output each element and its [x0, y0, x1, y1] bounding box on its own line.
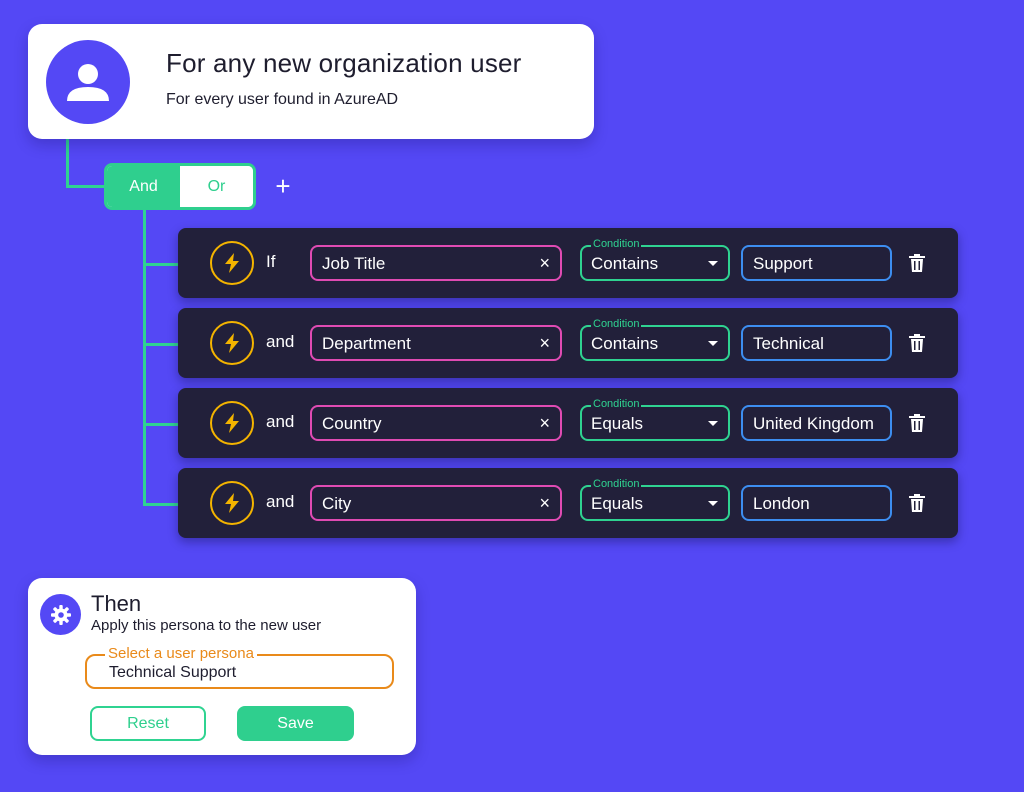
condition-row: and City × Condition Equals London [178, 468, 958, 538]
field-select[interactable]: Job Title × [310, 245, 562, 281]
save-button[interactable]: Save [237, 706, 354, 741]
clear-icon[interactable]: × [539, 333, 550, 354]
add-condition-button[interactable]: + [272, 172, 294, 200]
action-title: Then [91, 591, 142, 616]
operator-select[interactable]: Condition Equals [580, 478, 730, 521]
and-or-toggle[interactable]: And Or [104, 163, 256, 210]
operator-value: Equals [591, 494, 643, 513]
operator-value: Equals [591, 414, 643, 433]
operator-value: Contains [591, 254, 659, 273]
chevron-down-icon [708, 421, 718, 426]
persona-value: Technical Support [109, 664, 237, 681]
trigger-title: For any new organization user [166, 48, 522, 78]
field-value: Department [322, 334, 411, 353]
trash-icon[interactable] [909, 254, 925, 272]
lightning-icon [210, 401, 254, 445]
connector-line [143, 263, 179, 266]
condition-legend: Condition [591, 318, 642, 330]
lightning-icon [210, 241, 254, 285]
clear-icon[interactable]: × [539, 493, 550, 514]
reset-button[interactable]: Reset [90, 706, 206, 741]
condition-legend: Condition [591, 398, 642, 410]
gear-icon [40, 594, 81, 635]
condition-legend: Condition [591, 238, 642, 250]
conjunction-label: and [266, 492, 295, 511]
value-input[interactable]: United Kingdom [741, 405, 892, 441]
operator-select[interactable]: Condition Contains [580, 318, 730, 361]
field-select[interactable]: City × [310, 485, 562, 521]
field-value: Country [322, 414, 382, 433]
toggle-or[interactable]: Or [180, 166, 253, 207]
trash-icon[interactable] [909, 494, 925, 512]
condition-row: and Department × Condition Contains Tech… [178, 308, 958, 378]
field-value: City [322, 494, 352, 513]
operator-select[interactable]: Condition Equals [580, 398, 730, 441]
value-input[interactable]: Technical [741, 325, 892, 361]
chevron-down-icon [708, 341, 718, 346]
clear-icon[interactable]: × [539, 413, 550, 434]
connector-line [143, 343, 179, 346]
toggle-and[interactable]: And [107, 166, 180, 207]
field-value: Job Title [322, 254, 386, 273]
connector-line [143, 210, 146, 506]
trigger-subtitle: For every user found in AzureAD [166, 91, 399, 108]
trigger-card: For any new organization user For every … [28, 24, 594, 139]
value-input[interactable]: London [741, 485, 892, 521]
trash-icon[interactable] [909, 414, 925, 432]
conjunction-label: and [266, 412, 295, 431]
operator-value: Contains [591, 334, 659, 353]
lightning-icon [210, 321, 254, 365]
action-subtitle: Apply this persona to the new user [91, 617, 322, 634]
persona-legend: Select a user persona [105, 646, 257, 662]
persona-select[interactable]: Select a user persona Technical Support [85, 646, 394, 689]
conjunction-label: and [266, 332, 295, 351]
condition-legend: Condition [591, 478, 642, 490]
lightning-icon [210, 481, 254, 525]
chevron-down-icon [708, 261, 718, 266]
connector-line [66, 139, 69, 187]
chevron-down-icon [708, 501, 718, 506]
connector-line [66, 185, 106, 188]
condition-row: and Country × Condition Equals United Ki… [178, 388, 958, 458]
connector-line [143, 423, 179, 426]
connector-line [143, 503, 179, 506]
field-select[interactable]: Department × [310, 325, 562, 361]
value-input[interactable]: Support [741, 245, 892, 281]
user-icon [46, 40, 130, 124]
operator-select[interactable]: Condition Contains [580, 238, 730, 281]
field-select[interactable]: Country × [310, 405, 562, 441]
condition-row: If Job Title × Condition Contains Suppor… [178, 228, 958, 298]
clear-icon[interactable]: × [539, 253, 550, 274]
conjunction-label: If [266, 252, 276, 271]
action-card: Then Apply this persona to the new user … [28, 578, 416, 755]
trash-icon[interactable] [909, 334, 925, 352]
